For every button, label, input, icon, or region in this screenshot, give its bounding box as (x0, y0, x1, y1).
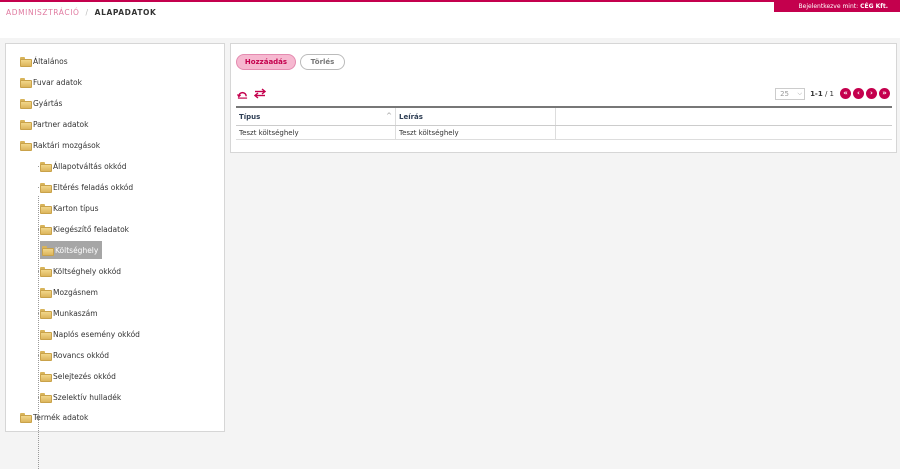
folder-icon (20, 57, 32, 67)
tree-item-munkaszam[interactable]: Munkaszám (40, 306, 98, 320)
folder-icon (40, 288, 52, 298)
breadcrumb-current: ALAPADATOK (94, 8, 157, 17)
page-size-select[interactable]: 25 ⌵ (775, 87, 806, 100)
pager: 25 ⌵ 1-1 / 1 « ‹ › » (775, 87, 890, 100)
column-header-label: Típus (239, 112, 261, 121)
last-page-icon[interactable]: » (879, 88, 890, 99)
folder-icon (40, 204, 52, 214)
first-page-icon[interactable]: « (840, 88, 851, 99)
folder-icon (40, 372, 52, 382)
table-cell (556, 126, 892, 139)
tree-item-fuvar-adatok[interactable]: Fuvar adatok (20, 75, 82, 89)
tree-item-label: Gyártás (33, 98, 63, 108)
login-company[interactable]: CÉG Kft. (860, 3, 888, 10)
tree-item-label: Fuvar adatok (33, 77, 82, 87)
breadcrumb-separator: / (85, 8, 89, 17)
tree-panel: Általános Fuvar adatok Gyártás Partner a… (5, 43, 225, 469)
column-header-empty (556, 108, 892, 125)
folder-icon (40, 267, 52, 277)
login-badge: Bejelentkezve mint: CÉG Kft. (774, 2, 900, 12)
folder-icon (40, 351, 52, 361)
tree-item-label: Selejtezés okkód (53, 371, 116, 381)
refresh-icon[interactable] (237, 88, 248, 99)
main-panel: Hozzáadás Törlés 25 ⌵ 1-1 / 1 « ‹ › » Tí… (230, 43, 897, 153)
page-range: 1-1 / 1 (810, 90, 834, 98)
folder-icon (40, 330, 52, 340)
tree-item-koltseghely-okkod[interactable]: Költséghely okkód (40, 264, 121, 278)
tree-item-label: Költséghely okkód (53, 266, 122, 276)
tree-item-altalanos[interactable]: Általános (20, 54, 68, 68)
table-cell: Teszt költséghely (396, 126, 556, 139)
swap-icon[interactable] (254, 88, 266, 99)
folder-icon (20, 120, 32, 130)
tree-item-gyartas[interactable]: Gyártás (20, 96, 62, 110)
column-header-leiras[interactable]: Leírás (396, 108, 556, 125)
breadcrumb-root[interactable]: ADMINISZTRÁCIÓ (6, 8, 80, 17)
tree-item-termek-adatok[interactable]: Termék adatok (20, 410, 88, 424)
tree-item-allapotvaltas-okkod[interactable]: Állapotváltás okkód (40, 159, 127, 173)
tree-connector (38, 196, 39, 469)
tree-item-label: Mozgásnem (53, 287, 98, 297)
tree-item-szelektiv-hulladek[interactable]: Szelektív hulladék (40, 390, 121, 404)
tree-item-partner-adatok[interactable]: Partner adatok (20, 117, 88, 131)
tree-item-raktari-mozgasok[interactable]: Raktári mozgások (20, 138, 100, 152)
next-page-icon[interactable]: › (866, 88, 877, 99)
data-grid: Típus ^ Leírás Teszt költséghely Teszt k… (236, 106, 892, 140)
folder-icon (20, 99, 32, 109)
folder-icon (40, 309, 52, 319)
tree-item-label: Rovancs okkód (53, 350, 110, 360)
login-label: Bejelentkezve mint: (798, 3, 859, 10)
tree-item-label: Munkaszám (53, 308, 98, 318)
breadcrumb: ADMINISZTRÁCIÓ / ALAPADATOK (6, 8, 156, 17)
folder-icon (40, 183, 52, 193)
table-cell: Teszt költséghely (236, 126, 396, 139)
sort-up-icon[interactable]: ^ (386, 112, 392, 120)
chevron-down-icon: ⌵ (797, 89, 803, 97)
tree-item-label: Állapotváltás okkód (53, 161, 127, 171)
folder-icon (20, 78, 32, 88)
tree-item-label: Költséghely (55, 245, 99, 255)
tree-item-label: Eltérés feladás okkód (53, 182, 134, 192)
tree-item-elteres-feladas-okkod[interactable]: Eltérés feladás okkód (40, 180, 133, 194)
folder-icon (20, 413, 32, 423)
tree-item-selejtezes-okkod[interactable]: Selejtezés okkód (40, 369, 116, 383)
top-bar: ADMINISZTRÁCIÓ / ALAPADATOK Bejelentkezv… (0, 0, 900, 38)
tree-item-label: Raktári mozgások (33, 140, 101, 150)
folder-icon (40, 393, 52, 403)
tree-item-label: Kiegészítő feladatok (53, 224, 129, 234)
tree-item-label: Karton típus (53, 203, 99, 213)
tree-item-rovancs-okkod[interactable]: Rovancs okkód (40, 348, 109, 362)
folder-icon (20, 141, 32, 151)
table-row[interactable]: Teszt költséghely Teszt költséghely (236, 126, 892, 140)
column-header-tipus[interactable]: Típus ^ (236, 108, 396, 125)
prev-page-icon[interactable]: ‹ (853, 88, 864, 99)
tree-item-label: Naplós esemény okkód (53, 329, 140, 339)
page-total: / 1 (824, 89, 834, 98)
column-header-label: Leírás (399, 112, 423, 121)
page-size-value: 25 (780, 89, 789, 98)
delete-button[interactable]: Törlés (300, 54, 345, 70)
tree-item-mozgasnem[interactable]: Mozgásnem (40, 285, 98, 299)
folder-icon (40, 162, 52, 172)
tree-item-naplos-esemeny-okkod[interactable]: Naplós esemény okkód (40, 327, 140, 341)
tree-item-label: Általános (33, 56, 68, 66)
add-button[interactable]: Hozzáadás (236, 54, 296, 70)
tree-item-karton-tipus[interactable]: Karton típus (40, 201, 99, 215)
grid-header: Típus ^ Leírás (236, 106, 892, 126)
folder-icon (42, 246, 54, 256)
tree-item-label: Termék adatok (33, 412, 89, 422)
tree-item-label: Szelektív hulladék (53, 392, 122, 402)
tree-item-label: Partner adatok (33, 119, 89, 129)
page-range-value: 1-1 (810, 89, 823, 98)
folder-icon (40, 225, 52, 235)
tree-item-koltseghely[interactable]: Költséghely (40, 241, 103, 259)
tree-item-kiegeszito-feladatok[interactable]: Kiegészítő feladatok (40, 222, 129, 236)
